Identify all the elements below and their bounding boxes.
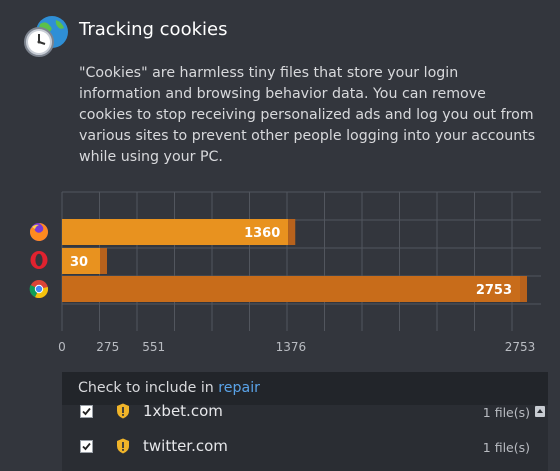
- bar-end: [100, 248, 107, 274]
- list-item[interactable]: 1xbet.com 1 file(s): [62, 396, 548, 431]
- file-count: 1 file(s): [482, 405, 530, 420]
- x-tick-label: 1376: [276, 340, 307, 354]
- x-tick-label: 275: [96, 340, 119, 354]
- bar-value-label: 1360: [244, 226, 280, 241]
- cookies-bar-chart: 1360 30 2753 0 275 551 1376 2753: [58, 191, 541, 354]
- include-checkbox[interactable]: [80, 440, 93, 453]
- page-title: Tracking cookies: [79, 19, 228, 40]
- bar-value-label: 2753: [476, 283, 512, 298]
- x-tick-label: 2753: [505, 340, 536, 354]
- site-name: 1xbet.com: [143, 402, 223, 420]
- bar-value-label: 30: [70, 255, 88, 270]
- bar-end: [520, 276, 527, 302]
- shield-warning-icon: [116, 403, 130, 423]
- cookies-chart: 1360 30 2753 0 275 551 1376 2753: [0, 188, 560, 368]
- bar-chrome: [62, 276, 520, 302]
- repair-link[interactable]: repair: [218, 380, 260, 396]
- description-text: "Cookies" are harmless tiny files that s…: [79, 65, 536, 165]
- x-tick-label: 0: [58, 340, 66, 354]
- shield-warning-icon: [116, 438, 130, 458]
- panel-header-text: Check to include in repair: [78, 380, 260, 396]
- x-tick-label: 551: [142, 340, 165, 354]
- globe-clock-icon: [22, 14, 70, 62]
- scrollbar-up-arrow[interactable]: [535, 406, 545, 417]
- firefox-icon: [29, 222, 49, 242]
- cookie-list-panel: Check to include in repair 1xbet.com 1 f…: [62, 372, 548, 471]
- include-checkbox[interactable]: [80, 405, 93, 418]
- bar-end: [288, 219, 296, 245]
- panel-header-label: Check to include in: [78, 380, 219, 396]
- list-item[interactable]: twitter.com 1 file(s): [62, 431, 548, 466]
- site-name: twitter.com: [143, 437, 228, 455]
- file-count: 1 file(s): [482, 440, 530, 455]
- opera-icon: [29, 250, 49, 270]
- chrome-icon: [29, 279, 49, 299]
